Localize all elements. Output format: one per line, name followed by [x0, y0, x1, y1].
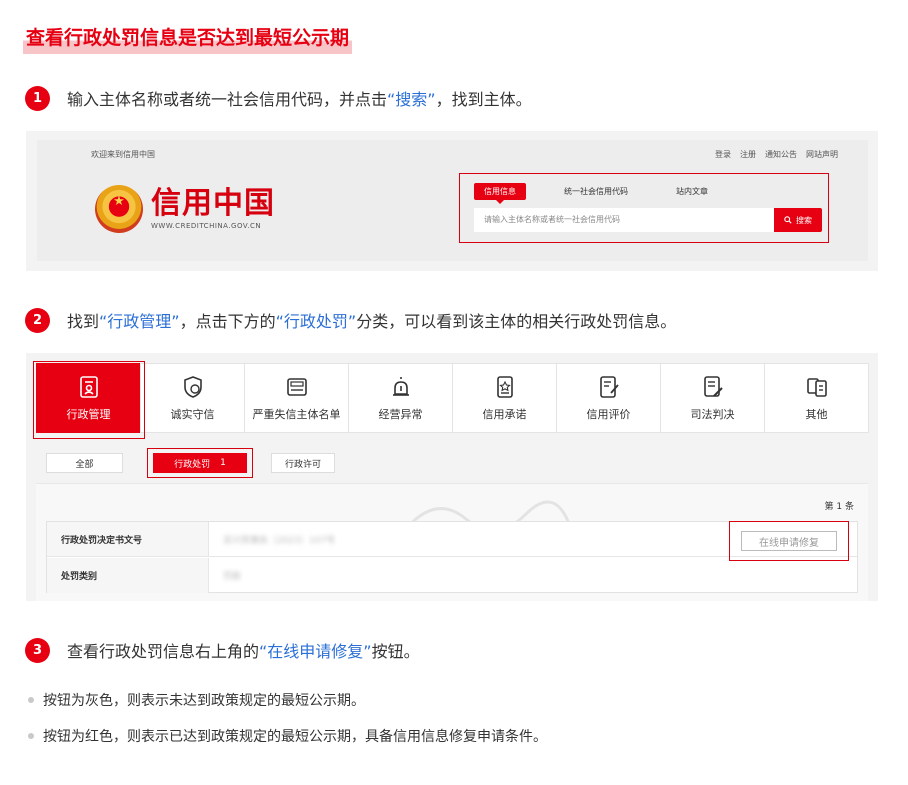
screenshot-categories: 行政管理 诚实守信 严重失信主体名单 经营异常 信用承诺 信用评价 司法判决 其… — [26, 353, 878, 601]
bullet-dot-icon — [28, 733, 34, 739]
step-number-badge: 2 — [25, 307, 50, 333]
site-header: 欢迎来到信用中国 登录 注册 通知公告 网站声明 信用中国 WWW.CREDIT… — [37, 140, 868, 261]
welcome-text: 欢迎来到信用中国 — [91, 150, 155, 159]
list-item: 按钮为红色，则表示已达到政策规定的最短公示期，具备信用信息修复申请条件。 — [28, 726, 547, 746]
list-card-icon — [286, 378, 307, 396]
step-number-badge: 3 — [25, 637, 50, 663]
step-3: 3 查看行政处罚信息右上角的 “在线申请修复” 按钮。 — [25, 637, 420, 663]
tab-site-articles[interactable]: 站内文章 — [666, 183, 718, 200]
category-admin-management[interactable]: 行政管理 — [36, 363, 141, 433]
row-label: 处罚类别 — [47, 558, 209, 593]
sub-tab-count: 1 — [220, 458, 226, 468]
step-highlight: “在线申请修复” — [259, 642, 372, 661]
document-person-icon — [79, 376, 98, 398]
register-link[interactable]: 注册 — [740, 149, 756, 160]
step-text-end: ，找到主体。 — [435, 90, 532, 109]
notice-link[interactable]: 通知公告 — [765, 149, 797, 160]
other-files-icon — [806, 378, 827, 397]
site-logo[interactable]: 信用中国 WWW.CREDITCHINA.GOV.CN — [95, 185, 275, 233]
penalty-record-panel: 第 1 条 行政处罚决定书文号 亚兴贸惠执〔2023〕107号 处罚类别 罚款 … — [36, 483, 868, 601]
sub-tab-label: 行政处罚 — [174, 459, 211, 470]
record-count: 第 1 条 — [824, 502, 854, 512]
category-honesty[interactable]: 诚实守信 — [140, 363, 245, 433]
online-repair-button[interactable]: 在线申请修复 — [741, 531, 837, 551]
category-label: 诚实守信 — [170, 408, 215, 421]
step-text: 查看行政处罚信息右上角的 — [67, 642, 260, 661]
top-links: 登录 注册 通知公告 网站声明 — [715, 149, 838, 160]
screenshot-search: 欢迎来到信用中国 登录 注册 通知公告 网站声明 信用中国 WWW.CREDIT… — [26, 131, 878, 271]
category-credit-promise[interactable]: 信用承诺 — [452, 363, 557, 433]
sub-tab-all[interactable]: 全部 — [46, 453, 123, 473]
sub-tab-highlight-box: 行政处罚 1 — [147, 448, 253, 478]
step-highlight-2: “行政处罚” — [275, 312, 357, 331]
step-highlight: “行政管理” — [99, 312, 180, 331]
promise-document-icon — [496, 376, 513, 398]
category-credit-evaluation[interactable]: 信用评价 — [556, 363, 661, 433]
sub-tab-admin-penalty[interactable]: 行政处罚 1 — [153, 453, 247, 473]
bullet-text: 按钮为灰色，则表示未达到政策规定的最短公示期。 — [43, 693, 365, 709]
step-1: 1 输入主体名称或者统一社会信用代码，并点击 “搜索” ，找到主体。 — [25, 85, 532, 111]
alarm-icon — [392, 377, 409, 396]
shield-credit-icon — [183, 376, 202, 398]
step-text-mid: ，点击下方的 — [179, 312, 276, 331]
category-label: 行政管理 — [66, 408, 111, 421]
login-link[interactable]: 登录 — [715, 149, 731, 160]
repair-highlight-box: 在线申请修复 — [729, 521, 849, 561]
row-value-blurred: 罚款 — [223, 572, 242, 582]
search-input[interactable]: 请输入主体名称或者统一社会信用代码 — [474, 208, 774, 232]
search-button[interactable]: 搜索 — [774, 208, 822, 232]
list-item: 按钮为灰色，则表示未达到政策规定的最短公示期。 — [28, 690, 365, 710]
category-judicial[interactable]: 司法判决 — [660, 363, 765, 433]
sub-tab-admin-permit[interactable]: 行政许可 — [271, 453, 335, 473]
search-tabs: 信用信息 统一社会信用代码 站内文章 — [474, 183, 746, 204]
statement-link[interactable]: 网站声明 — [806, 149, 838, 160]
step-2: 2 找到 “行政管理” ，点击下方的 “行政处罚” 分类，可以看到该主体的相关行… — [25, 307, 676, 333]
page-title: 查看行政处罚信息是否达到最短公示期 — [23, 24, 353, 54]
sub-tab-row: 全部 行政处罚 1 行政许可 — [46, 448, 335, 478]
category-label: 其他 — [805, 408, 828, 421]
step-highlight: “搜索” — [387, 90, 436, 109]
category-business-abnormal[interactable]: 经营异常 — [348, 363, 453, 433]
tab-credit-code[interactable]: 统一社会信用代码 — [554, 183, 638, 200]
search-highlight-box: 信用信息 统一社会信用代码 站内文章 请输入主体名称或者统一社会信用代码 搜索 — [459, 173, 829, 243]
category-label: 信用评价 — [586, 408, 631, 421]
step-text-end: 按钮。 — [371, 642, 420, 661]
category-row: 行政管理 诚实守信 严重失信主体名单 经营异常 信用承诺 信用评价 司法判决 其… — [36, 363, 869, 433]
national-emblem-icon — [95, 185, 143, 233]
search-icon — [784, 216, 792, 224]
logo-url: WWW.CREDITCHINA.GOV.CN — [151, 222, 262, 230]
row-label: 行政处罚决定书文号 — [47, 522, 209, 556]
category-label: 经营异常 — [378, 408, 423, 421]
category-label: 严重失信主体名单 — [252, 408, 341, 421]
category-label: 司法判决 — [690, 408, 735, 421]
search-button-label: 搜索 — [796, 215, 812, 225]
bullet-text: 按钮为红色，则表示已达到政策规定的最短公示期，具备信用信息修复申请条件。 — [43, 729, 547, 745]
category-label: 信用承诺 — [482, 408, 527, 421]
logo-title: 信用中国 — [151, 186, 275, 221]
category-other[interactable]: 其他 — [764, 363, 869, 433]
tab-credit-info[interactable]: 信用信息 — [474, 183, 526, 204]
step-text: 找到 — [67, 312, 100, 331]
gavel-document-icon — [703, 376, 723, 397]
step-text: 输入主体名称或者统一社会信用代码，并点击 — [67, 90, 388, 109]
category-dishonest-list[interactable]: 严重失信主体名单 — [244, 363, 349, 433]
evaluation-edit-icon — [599, 376, 619, 398]
table-row: 处罚类别 罚款 — [47, 558, 857, 593]
step-text-end: 分类，可以看到该主体的相关行政处罚信息。 — [356, 312, 677, 331]
step-number-badge: 1 — [25, 85, 50, 111]
bullet-dot-icon — [28, 697, 34, 703]
